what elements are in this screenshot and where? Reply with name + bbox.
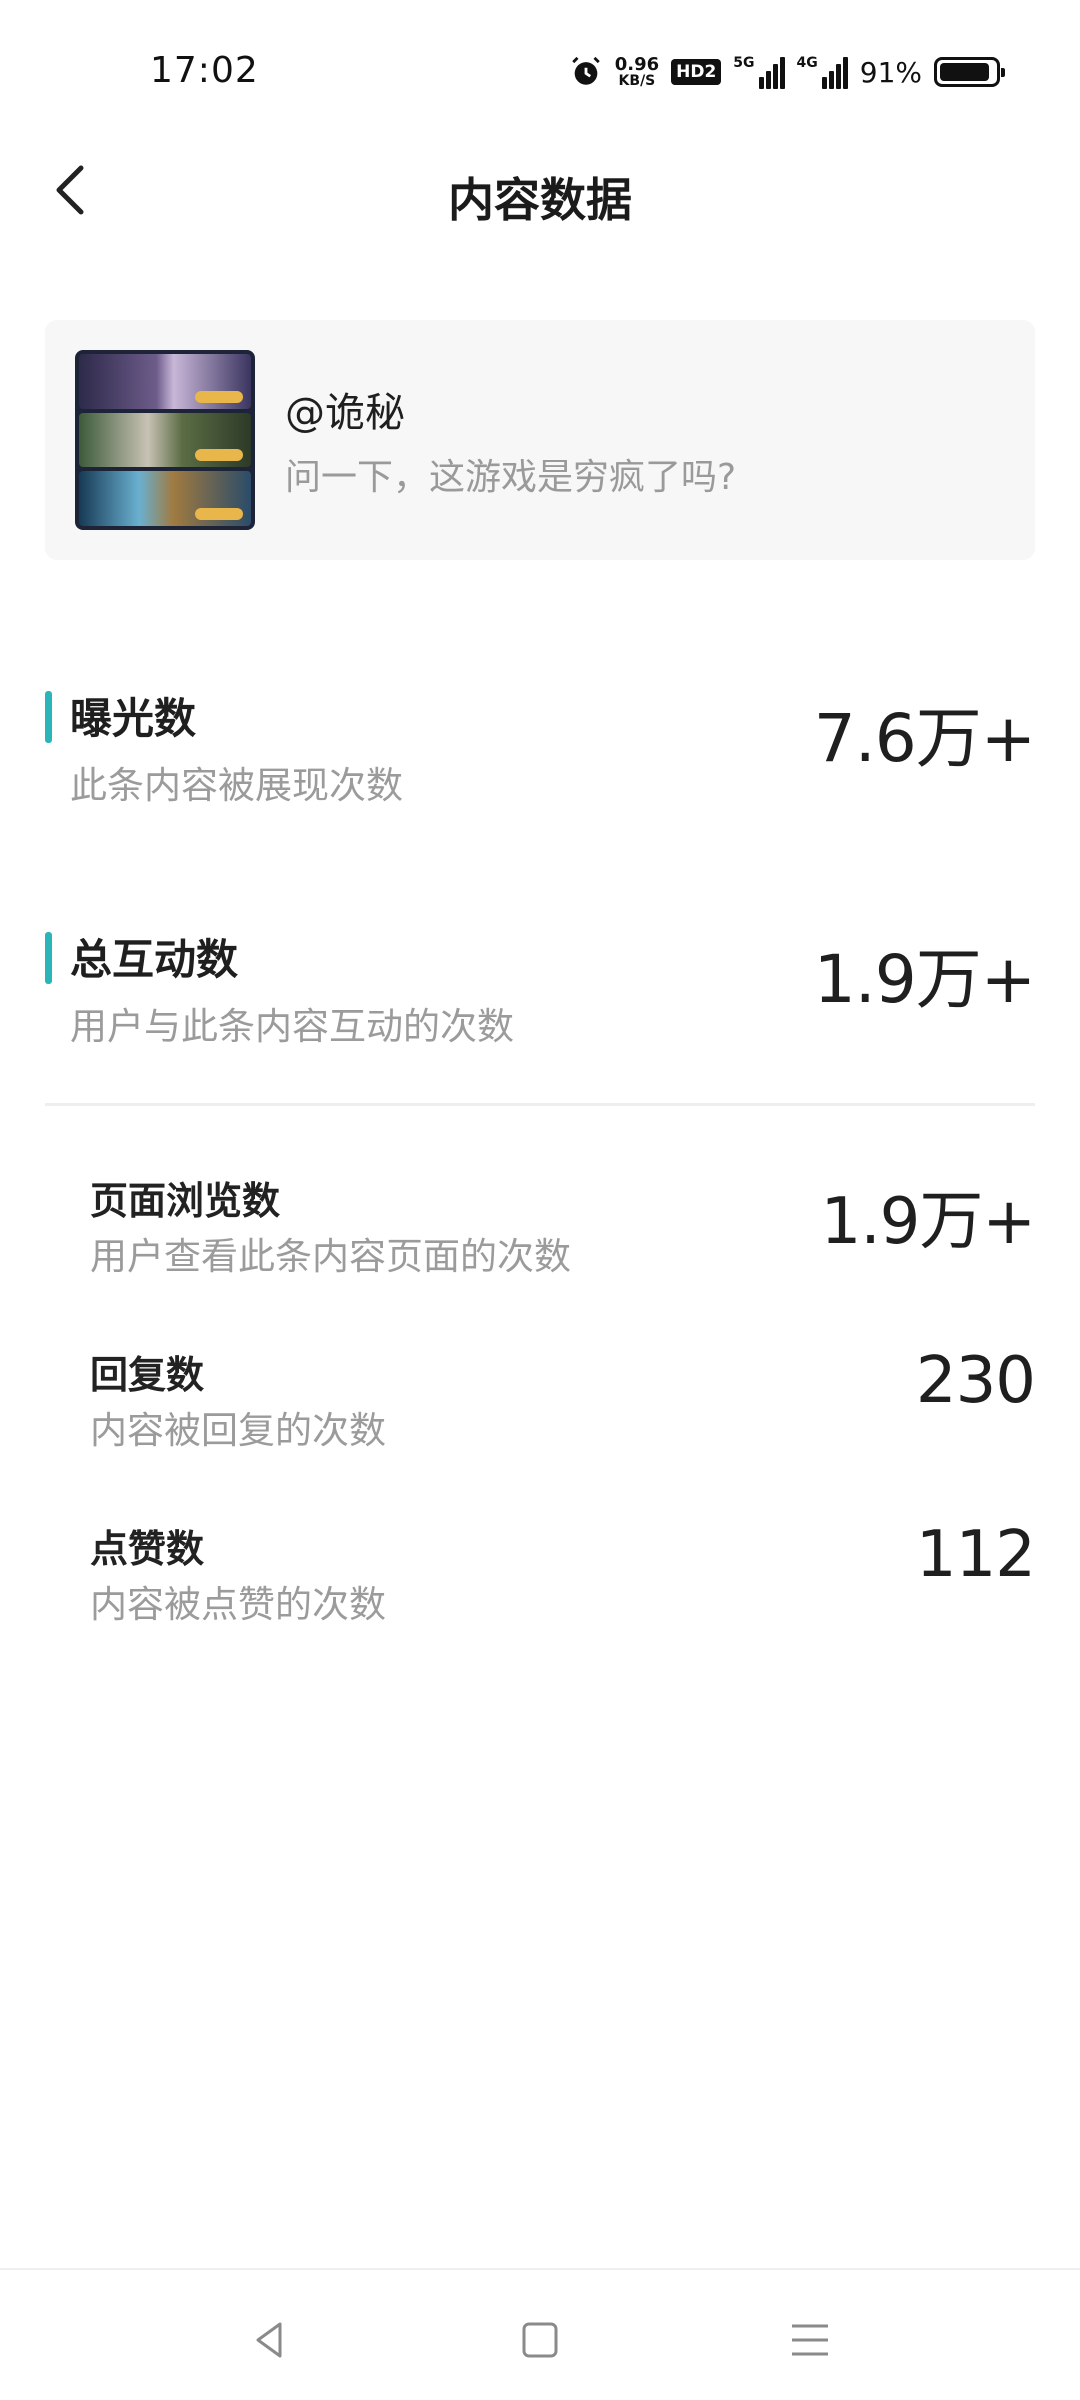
- status-icons: 0.96 KB/S HD2 5G 4G 91%: [569, 50, 1005, 94]
- divider: [45, 1103, 1035, 1106]
- thumbnail-panel: [79, 471, 251, 527]
- metric-label: 总互动数: [70, 935, 239, 984]
- thumbnail-panel: [79, 412, 251, 468]
- accent-bar: [45, 691, 52, 743]
- status-bar: 17:02 0.96 KB/S HD2 5G 4G 91%: [0, 0, 1080, 140]
- system-nav-bar: [0, 2270, 1080, 2400]
- alarm-icon: [569, 55, 603, 89]
- metric-label: 曝光数: [70, 694, 197, 743]
- post-card[interactable]: @诡秘 问一下，这游戏是穷疯了吗?: [45, 320, 1035, 560]
- metric-value: 1.9万+: [820, 1185, 1036, 1259]
- network-speed-value: 0.96: [614, 54, 660, 75]
- accent-bar: [45, 932, 52, 984]
- metric-exposure: 曝光数 此条内容被展现次数 7.6万+: [45, 685, 1036, 815]
- metric-replies: 回复数 内容被回复的次数 230: [90, 1344, 1036, 1474]
- post-thumbnail: [75, 350, 255, 530]
- metric-label: 页面浏览数: [90, 1179, 281, 1223]
- metric-page-views: 页面浏览数 用户查看此条内容页面的次数 1.9万+: [90, 1170, 1036, 1300]
- nav-menu-button[interactable]: [780, 2310, 840, 2370]
- metric-description: 内容被点赞的次数: [90, 1583, 386, 1626]
- battery-icon: [934, 57, 1005, 87]
- signal-4g-label: 4G: [796, 55, 818, 71]
- metric-value: 1.9万+: [813, 941, 1036, 1018]
- network-speed: 0.96 KB/S: [614, 54, 660, 89]
- post-author: @诡秘: [285, 390, 405, 436]
- header: 内容数据: [0, 140, 1080, 245]
- nav-home-icon: [522, 2322, 558, 2358]
- metric-label: 回复数: [90, 1353, 205, 1397]
- metric-description: 内容被回复的次数: [90, 1409, 386, 1452]
- nav-menu-icon: [792, 2324, 828, 2356]
- signal-5g-icon: 5G: [733, 55, 785, 89]
- nav-home-button[interactable]: [510, 2310, 570, 2370]
- battery-level: [940, 63, 990, 81]
- page-title: 内容数据: [448, 173, 632, 227]
- metric-value: 112: [915, 1518, 1036, 1592]
- network-speed-unit: KB/S: [618, 73, 656, 89]
- metric-value: 7.6万+: [813, 700, 1036, 777]
- metric-description: 用户查看此条内容页面的次数: [90, 1235, 571, 1278]
- battery-percent: 91%: [859, 55, 922, 89]
- signal-5g-label: 5G: [733, 55, 755, 71]
- metric-description: 此条内容被展现次数: [70, 764, 403, 807]
- metric-label: 点赞数: [90, 1527, 205, 1571]
- signal-4g-icon: 4G: [797, 55, 848, 89]
- metric-interactions: 总互动数 用户与此条内容互动的次数 1.9万+: [45, 926, 1036, 1056]
- nav-back-icon: [256, 2322, 282, 2358]
- status-time: 17:02: [150, 50, 259, 91]
- metric-likes: 点赞数 内容被点赞的次数 112: [90, 1518, 1036, 1648]
- metric-value: 230: [915, 1344, 1036, 1418]
- hd-icon: HD2: [671, 59, 722, 85]
- thumbnail-panel: [79, 354, 251, 409]
- nav-back-button[interactable]: [240, 2310, 300, 2370]
- metric-description: 用户与此条内容互动的次数: [70, 1005, 514, 1048]
- post-excerpt: 问一下，这游戏是穷疯了吗?: [285, 457, 737, 498]
